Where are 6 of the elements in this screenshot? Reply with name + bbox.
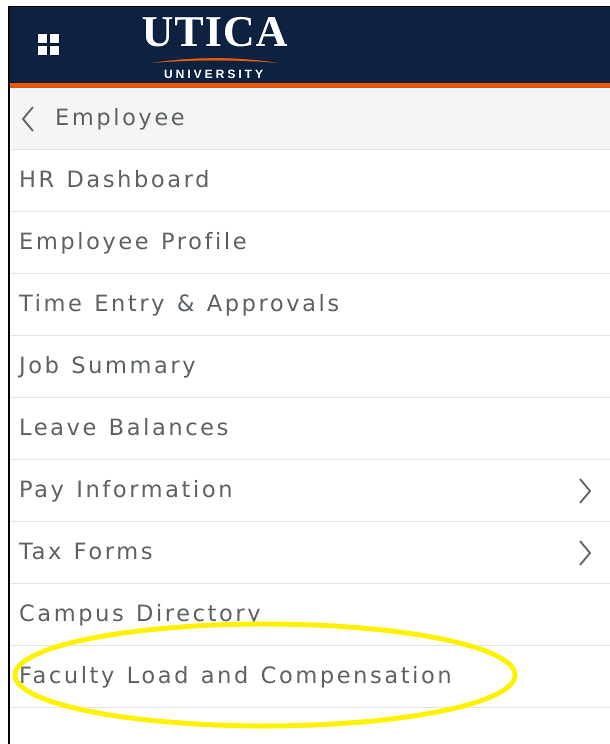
- logo-swoosh-icon: [151, 56, 279, 64]
- logo-title: UTICA: [142, 10, 288, 54]
- back-link[interactable]: Employee: [10, 88, 610, 150]
- back-chevron-icon: [21, 106, 35, 132]
- logo-subtitle: UNIVERSITY: [164, 68, 266, 80]
- apps-grid-icon[interactable]: [38, 34, 60, 56]
